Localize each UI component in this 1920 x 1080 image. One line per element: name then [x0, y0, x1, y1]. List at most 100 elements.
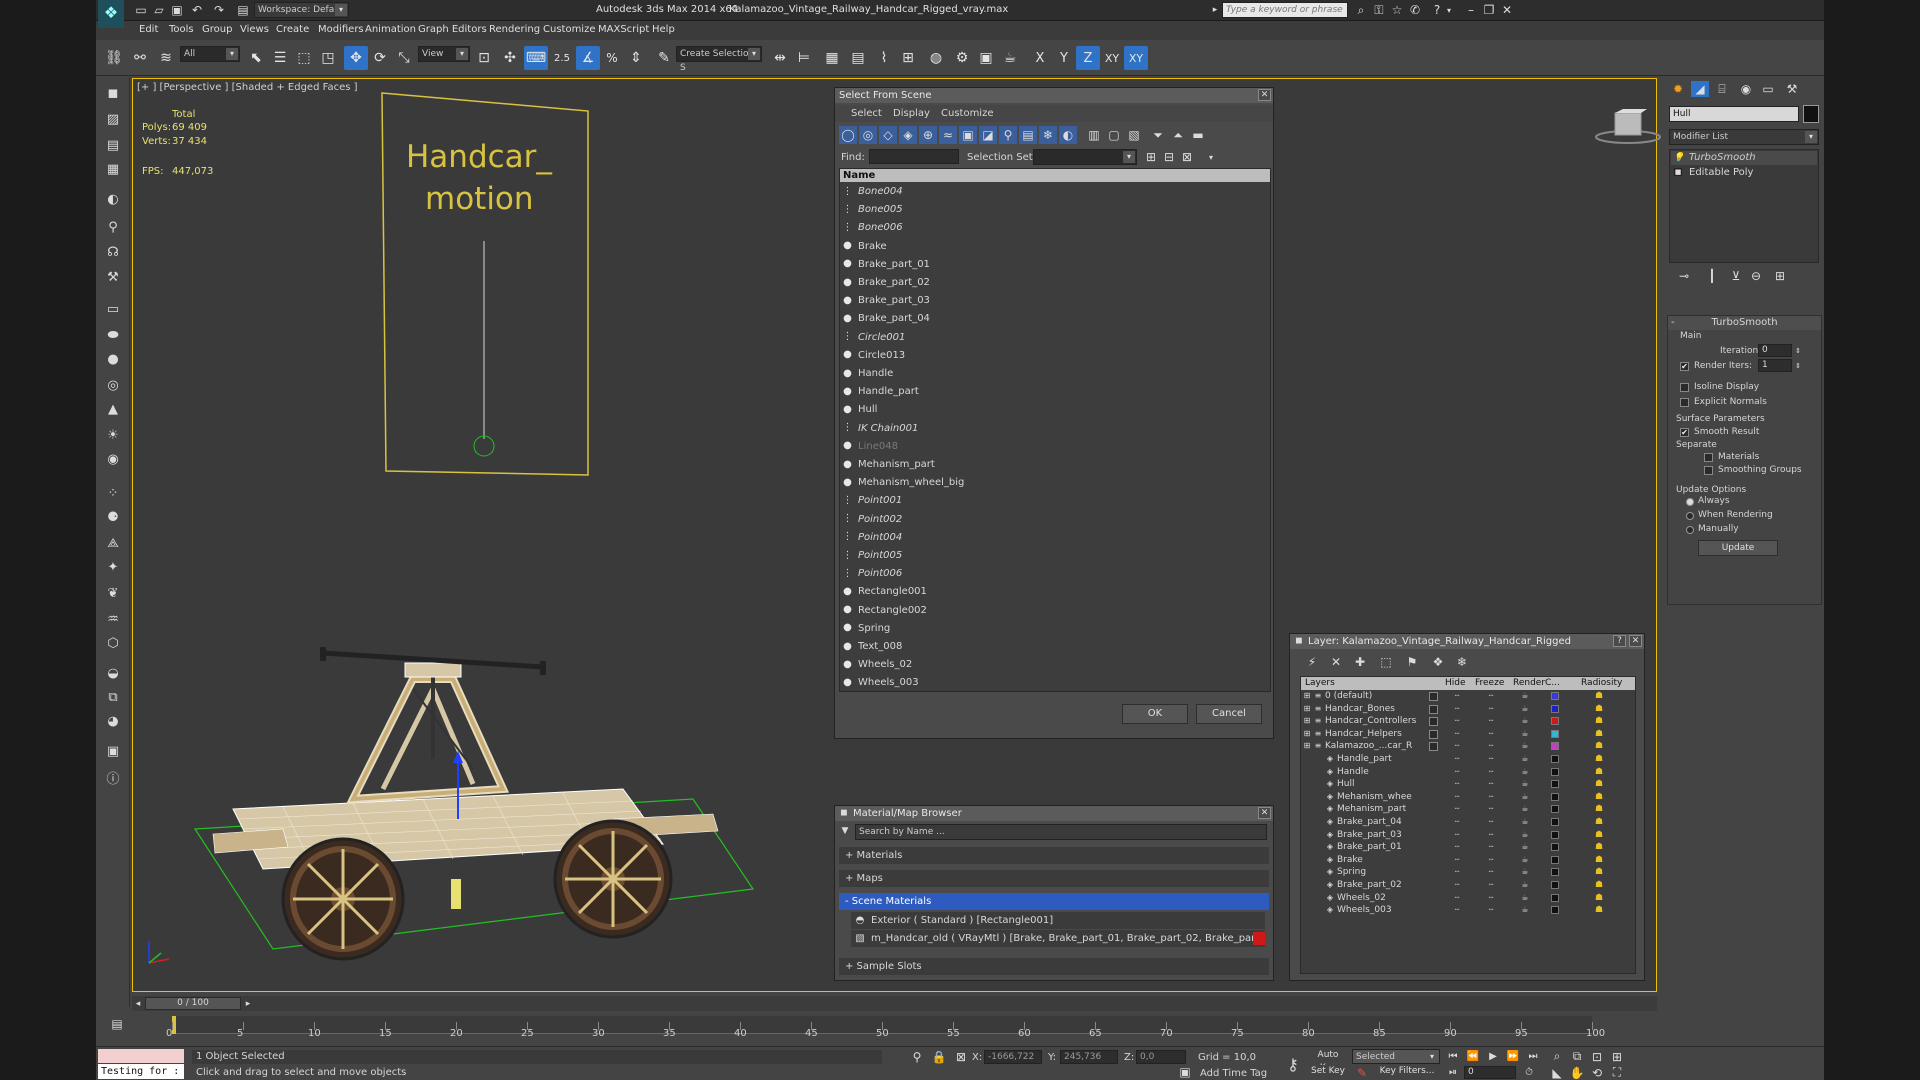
radiosity-teapot-icon[interactable]: ☗ [1593, 842, 1605, 852]
scene-material-exterior[interactable]: ◓ Exterior ( Standard ) [Rectangle001] [851, 912, 1265, 929]
handcar-model[interactable] [193, 639, 763, 989]
highlight-layer-icon[interactable]: ⚑ [1404, 654, 1420, 670]
handcar-motion-shape[interactable]: Handcar_ motion [380, 91, 590, 477]
layer-row[interactable]: Kalamazoo_...car_R ≡ ⊞ ┄ ┄ ☕ ☗ [1301, 740, 1635, 752]
object-name-input[interactable]: Hull [1669, 106, 1799, 122]
nurbs-icon[interactable]: ◒ [103, 663, 123, 683]
layer-row[interactable]: Mehanism_part ◈ ┄ ┄ ☕ ☗ [1301, 803, 1635, 815]
freeze-toggle-icon[interactable]: ┄ [1485, 779, 1497, 789]
app-logo-icon[interactable]: ❖ [98, 0, 124, 28]
key-pencil-icon[interactable]: ✎ [1354, 1065, 1370, 1080]
spinner-arrows-icon[interactable]: ⇕ [1794, 344, 1802, 357]
rendered-frame-window-icon[interactable]: ▣ [974, 46, 998, 70]
radiosity-teapot-icon[interactable]: ☗ [1593, 905, 1605, 915]
list-icon[interactable]: ▤ [103, 135, 123, 155]
freeze-toggle-icon[interactable]: ┄ [1485, 830, 1497, 840]
render-toggle-icon[interactable]: ☕ [1519, 754, 1531, 764]
hide-toggle-icon[interactable]: ┄ [1451, 691, 1463, 701]
add-time-tag[interactable]: Add Time Tag [1200, 1068, 1267, 1079]
dynamics-icon[interactable]: ⚈ [103, 507, 123, 527]
filter-groups-icon[interactable]: ▣ [959, 126, 977, 144]
layer-row[interactable]: Mehanism_whee ◈ ┄ ┄ ☕ ☗ [1301, 791, 1635, 803]
motion-tab-icon[interactable]: ◉ [1737, 81, 1755, 97]
materials-section[interactable]: + Materials [839, 847, 1269, 864]
layer-color-swatch[interactable] [1551, 704, 1559, 713]
filter-shapes-icon[interactable]: ◎ [859, 126, 877, 144]
axis-x-button[interactable]: X [1028, 46, 1052, 70]
close-icon[interactable]: ✕ [1258, 807, 1271, 819]
hide-toggle-icon[interactable]: ┄ [1451, 804, 1463, 814]
auto-key-button[interactable]: Auto Key [1308, 1049, 1348, 1073]
freeze-toggle-icon[interactable]: ┄ [1485, 741, 1497, 751]
radiosity-teapot-icon[interactable]: ☗ [1593, 691, 1605, 701]
layer-color-swatch[interactable] [1551, 855, 1559, 864]
select-and-move-icon[interactable]: ✥ [344, 46, 368, 70]
object-list-item[interactable]: ● Rectangle002 [840, 602, 1270, 620]
menu-tools[interactable]: Tools [169, 24, 194, 35]
render-toggle-icon[interactable]: ☕ [1519, 804, 1531, 814]
close-icon[interactable]: ✕ [1258, 89, 1271, 101]
current-layer-checkbox[interactable] [1429, 742, 1438, 752]
select-menu-select[interactable]: Select [851, 108, 882, 119]
current-layer-checkbox[interactable] [1429, 729, 1438, 739]
hide-toggle-icon[interactable]: ┄ [1451, 792, 1463, 802]
col-layers[interactable]: Layers [1305, 677, 1335, 690]
undo-icon[interactable]: ↶ [190, 3, 204, 17]
layer-row[interactable]: 0 (default) ≡ ⊞ ┄ ┄ ☕ ☗ [1301, 690, 1635, 702]
layer-color-swatch[interactable] [1551, 692, 1559, 700]
layer-color-swatch[interactable] [1551, 729, 1559, 738]
close-icon[interactable]: ✕ [1629, 635, 1642, 647]
radiosity-teapot-icon[interactable]: ☗ [1593, 804, 1605, 814]
orbit-icon[interactable]: ⟲ [1590, 1066, 1604, 1080]
layer-row[interactable]: Hull ◈ ┄ ┄ ☕ ☗ [1301, 778, 1635, 790]
expand-toggle-icon[interactable]: ⊞ [1303, 716, 1311, 726]
layer-color-swatch[interactable] [1551, 881, 1559, 889]
axis-z-button[interactable]: Z [1076, 46, 1100, 70]
menu-views[interactable]: Views [240, 24, 269, 35]
col-radiosity[interactable]: Radiosity [1581, 677, 1622, 690]
object-list-item[interactable]: ● Mehanism_wheel_big [840, 474, 1270, 492]
menu-create[interactable]: Create [276, 24, 309, 35]
select-and-rotate-icon[interactable]: ⟳ [368, 46, 392, 70]
lock-selection-icon[interactable]: ⚲ [910, 1050, 924, 1064]
modifier-list-dropdown[interactable]: Modifier List ▾ [1669, 129, 1819, 145]
freeze-unfreeze-all-icon[interactable]: ❄ [1454, 654, 1470, 670]
object-list-item[interactable]: ● Rectangle001 [840, 583, 1270, 601]
object-list-item[interactable]: ⋮ Bone005 [840, 201, 1270, 219]
select-menu-display[interactable]: Display [893, 108, 930, 119]
filter-geometry-icon[interactable]: ◯ [839, 126, 857, 144]
menu-customize[interactable]: Customize [543, 24, 596, 35]
find-input[interactable] [869, 149, 959, 164]
layer-color-swatch[interactable] [1551, 843, 1559, 852]
keyboard-shortcut-override-icon[interactable]: ⌨ [524, 46, 548, 70]
zoom-icon[interactable]: ⌕ [1550, 1049, 1564, 1063]
layer-color-swatch[interactable] [1551, 906, 1559, 915]
y-coord-field[interactable]: 245,736 [1060, 1050, 1118, 1064]
next-frame-icon[interactable]: ⏩ [1506, 1050, 1520, 1063]
hide-toggle-icon[interactable]: ┄ [1451, 729, 1463, 739]
selset-more-icon[interactable]: ▾ [1203, 149, 1219, 165]
expand-toggle-icon[interactable]: ⊞ [1303, 704, 1311, 714]
expand-toggle-icon[interactable]: ⊞ [1303, 691, 1311, 701]
slider-prev-icon[interactable]: ◂ [132, 996, 144, 1011]
object-list-item[interactable]: ● Line048 [840, 438, 1270, 456]
communication-icon[interactable]: ✆ [1408, 3, 1422, 17]
radiosity-teapot-icon[interactable]: ☗ [1593, 893, 1605, 903]
hide-toggle-icon[interactable]: ┄ [1451, 704, 1463, 714]
scene-explorer-icon[interactable]: ◕ [103, 711, 123, 731]
snaps-toggle[interactable]: 2.5 [550, 46, 574, 70]
layer-row[interactable]: Handcar_Bones ≡ ⊞ ┄ ┄ ☕ ☗ [1301, 703, 1635, 715]
radiosity-teapot-icon[interactable]: ☗ [1593, 704, 1605, 714]
menu-maxscript[interactable]: MAXScript [598, 24, 649, 35]
project-folder-icon[interactable]: ▤ [236, 3, 250, 17]
percent-snap-toggle[interactable]: % [600, 46, 624, 70]
manually-radio[interactable] [1686, 526, 1694, 534]
col-render[interactable]: Render [1513, 677, 1545, 690]
col-color[interactable]: C... [1545, 677, 1560, 690]
iterations-spinner[interactable]: 0 [1758, 344, 1792, 357]
time-slider[interactable]: ◂ 0 / 100 ▸ [132, 996, 1657, 1011]
maps-section[interactable]: + Maps [839, 870, 1269, 887]
new-file-icon[interactable]: ▭ [134, 3, 148, 17]
render-toggle-icon[interactable]: ☕ [1519, 867, 1531, 877]
object-list-item[interactable]: ● Text_008 [840, 638, 1270, 656]
